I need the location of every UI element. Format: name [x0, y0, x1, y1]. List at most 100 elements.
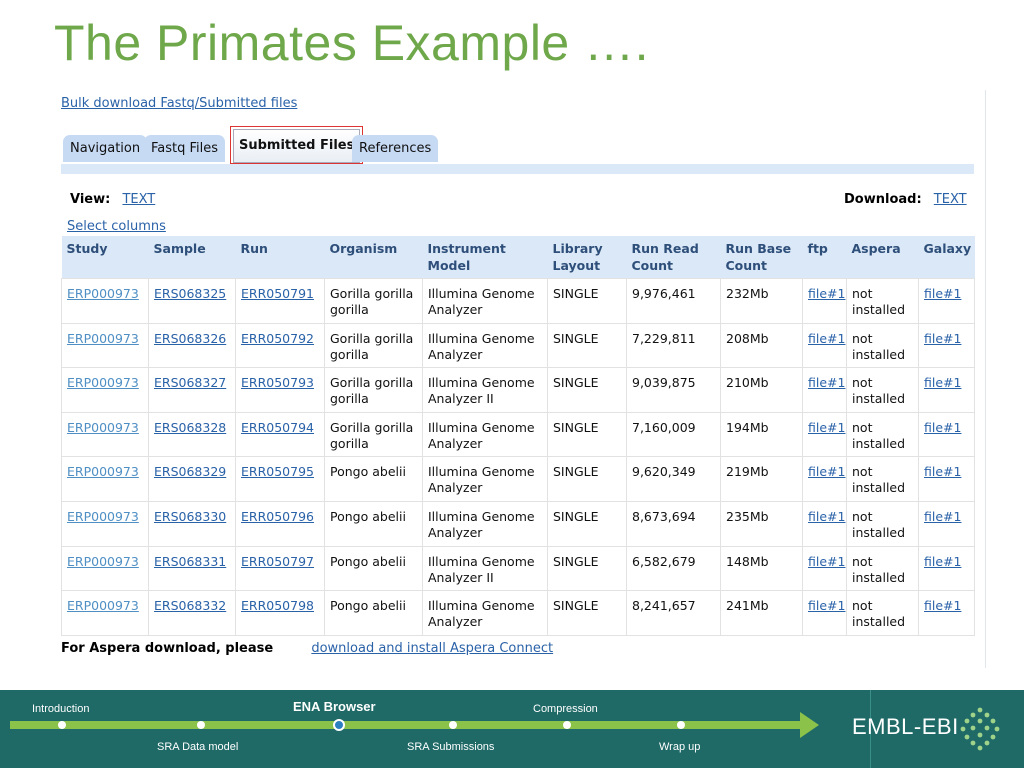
read-count-cell: 7,229,811 [632, 330, 696, 346]
table-cell: file#1 [802, 456, 847, 502]
tab-fastq-files[interactable]: Fastq Files [144, 135, 226, 162]
study-link[interactable]: ERP000973 [67, 464, 139, 479]
nav-dot-ena-browser[interactable] [333, 719, 345, 731]
sample-link[interactable]: ERS068328 [154, 420, 226, 435]
table-cell: SINGLE [547, 500, 627, 547]
galaxy-file-link[interactable]: file#1 [924, 464, 961, 479]
table-cell: ERS068332 [148, 590, 236, 636]
sample-link[interactable]: ERS068329 [154, 464, 226, 479]
nav-dot-compression[interactable] [563, 721, 571, 729]
galaxy-file-link[interactable]: file#1 [924, 420, 961, 435]
table-cell: file#1 [802, 278, 847, 324]
aspera-status-cell: not installed [852, 464, 906, 496]
column-header-aspera[interactable]: Aspera [846, 236, 919, 279]
download-text-link[interactable]: TEXT [934, 192, 967, 207]
run-link[interactable]: ERR050798 [241, 598, 314, 613]
table-cell: file#1 [918, 500, 975, 547]
column-header-ftp[interactable]: ftp [802, 236, 847, 279]
download-label: Download: [844, 192, 922, 207]
table-cell: not installed [846, 456, 919, 502]
nav-compression[interactable]: Compression [533, 703, 598, 715]
nav-introduction[interactable]: Introduction [32, 703, 89, 715]
galaxy-file-link[interactable]: file#1 [924, 375, 961, 390]
table-cell: ERR050792 [235, 322, 325, 369]
study-link[interactable]: ERP000973 [67, 375, 139, 390]
column-header-study[interactable]: Study [61, 236, 149, 279]
galaxy-file-link[interactable]: file#1 [924, 286, 961, 301]
run-link[interactable]: ERR050797 [241, 554, 314, 569]
run-link[interactable]: ERR050791 [241, 286, 314, 301]
nav-ena-browser[interactable]: ENA Browser [293, 699, 376, 714]
column-header-library-layout[interactable]: Library Layout [547, 236, 627, 279]
table-cell: Illumina Genome Analyzer [422, 456, 548, 502]
ftp-file-link[interactable]: file#1 [808, 598, 845, 613]
table-cell: Pongo abelii [324, 500, 423, 547]
sample-link[interactable]: ERS068326 [154, 331, 226, 346]
galaxy-file-link[interactable]: file#1 [924, 554, 961, 569]
view-text-link[interactable]: TEXT [122, 192, 155, 207]
nav-dot-introduction[interactable] [58, 721, 66, 729]
read-count-cell: 9,976,461 [632, 286, 696, 301]
ftp-file-link[interactable]: file#1 [808, 375, 845, 390]
galaxy-file-link[interactable]: file#1 [924, 598, 961, 613]
run-link[interactable]: ERR050795 [241, 464, 314, 479]
table-cell: not installed [846, 367, 919, 413]
table-cell: Pongo abelii [324, 545, 423, 592]
column-header-run-base-count[interactable]: Run Base Count [720, 236, 803, 279]
column-header-organism[interactable]: Organism [324, 236, 423, 279]
column-header-instrument-model[interactable]: Instrument Model [422, 236, 548, 279]
study-link[interactable]: ERP000973 [67, 554, 139, 569]
run-link[interactable]: ERR050792 [241, 331, 314, 346]
study-link[interactable]: ERP000973 [67, 598, 139, 613]
table-cell: not installed [846, 411, 919, 458]
aspera-connect-link[interactable]: download and install Aspera Connect [311, 641, 553, 656]
study-link[interactable]: ERP000973 [67, 331, 139, 346]
table-cell: file#1 [802, 545, 847, 592]
tab-navigation[interactable]: Navigation [63, 135, 148, 162]
library-layout-cell: SINGLE [553, 553, 599, 569]
nav-dot-sra-submissions[interactable] [449, 721, 457, 729]
ftp-file-link[interactable]: file#1 [808, 286, 845, 301]
nav-sra-submissions[interactable]: SRA Submissions [407, 741, 494, 753]
column-header-galaxy[interactable]: Galaxy [918, 236, 975, 279]
galaxy-file-link[interactable]: file#1 [924, 509, 961, 524]
table-cell: ERS068330 [148, 500, 236, 547]
study-link[interactable]: ERP000973 [67, 420, 139, 435]
run-link[interactable]: ERR050796 [241, 509, 314, 524]
table-cell: not installed [846, 590, 919, 636]
sample-link[interactable]: ERS068331 [154, 554, 226, 569]
sample-link[interactable]: ERS068325 [154, 286, 226, 301]
run-link[interactable]: ERR050794 [241, 420, 314, 435]
run-link[interactable]: ERR050793 [241, 375, 314, 390]
galaxy-file-link[interactable]: file#1 [924, 331, 961, 346]
bulk-download-link[interactable]: Bulk download Fastq/Submitted files [61, 96, 297, 111]
table-cell: ERP000973 [61, 590, 149, 636]
ftp-file-link[interactable]: file#1 [808, 464, 845, 479]
tab-references[interactable]: References [352, 135, 439, 162]
sample-link[interactable]: ERS068330 [154, 509, 226, 524]
table-cell: ERP000973 [61, 411, 149, 458]
tab-submitted-files[interactable]: Submitted Files [230, 126, 364, 164]
table-cell: Illumina Genome Analyzer II [422, 367, 548, 413]
study-link[interactable]: ERP000973 [67, 286, 139, 301]
nav-sra-data-model[interactable]: SRA Data model [157, 741, 238, 753]
sample-link[interactable]: ERS068327 [154, 375, 226, 390]
select-columns-link[interactable]: Select columns [67, 219, 166, 234]
sample-link[interactable]: ERS068332 [154, 598, 226, 613]
nav-wrap-up[interactable]: Wrap up [659, 741, 700, 753]
column-header-sample[interactable]: Sample [148, 236, 236, 279]
ftp-file-link[interactable]: file#1 [808, 420, 845, 435]
nav-dot-sra-data-model[interactable] [197, 721, 205, 729]
study-link[interactable]: ERP000973 [67, 509, 139, 524]
nav-dot-wrap-up[interactable] [677, 721, 685, 729]
library-layout-cell: SINGLE [553, 508, 599, 524]
table-row: ERP000973 ERS068330 ERR050796 Pongo abelii I… [61, 500, 975, 547]
column-header-run[interactable]: Run [235, 236, 325, 279]
instrument-model-cell: Illumina Genome Analyzer [428, 419, 535, 451]
table-cell: file#1 [802, 411, 847, 458]
ftp-file-link[interactable]: file#1 [808, 509, 845, 524]
column-header-run-read-count[interactable]: Run Read Count [626, 236, 721, 279]
ftp-file-link[interactable]: file#1 [808, 331, 845, 346]
ftp-file-link[interactable]: file#1 [808, 554, 845, 569]
table-cell: 235Mb [720, 500, 803, 547]
